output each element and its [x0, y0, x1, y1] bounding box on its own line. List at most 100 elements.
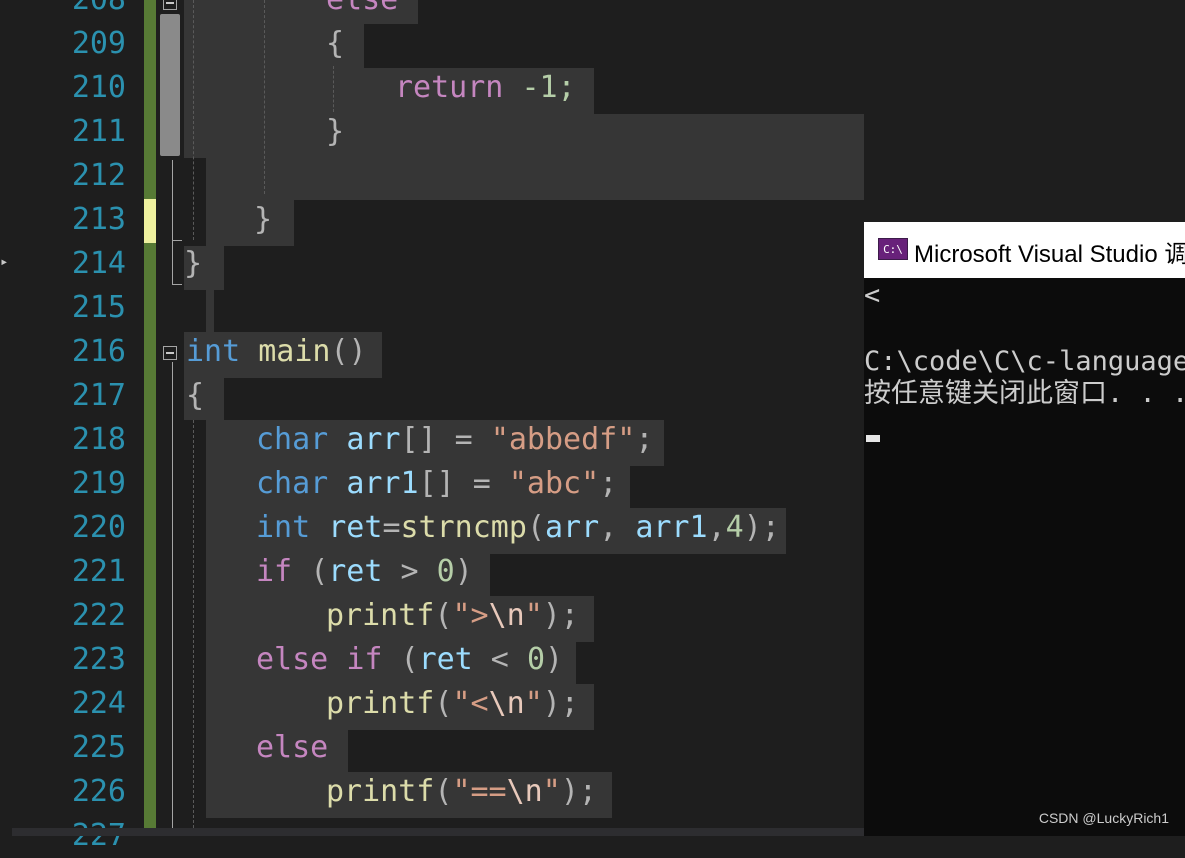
type-keyword: char [256, 466, 329, 501]
code-line-208[interactable]: else [326, 0, 398, 22]
brace: } [326, 114, 345, 149]
code-line-214[interactable]: } [184, 242, 202, 286]
argument: arr1 [635, 510, 708, 545]
code-line-219[interactable]: char arr1[] = "abc"; [256, 462, 617, 506]
string-literal: "> [452, 598, 489, 633]
code-line-211[interactable]: } [326, 110, 344, 154]
line-number: 216 [71, 334, 126, 369]
paren: ); [542, 598, 579, 633]
brace: { [326, 26, 345, 61]
paren: ); [743, 510, 780, 545]
code-line-222[interactable]: printf(">\n"); [326, 594, 579, 638]
variable: ret [328, 554, 383, 589]
comma: , [599, 510, 618, 545]
paren: ( [526, 510, 545, 545]
code-line-224[interactable]: printf("<\n"); [326, 682, 579, 726]
indent-guide [333, 66, 334, 112]
paren: ( [400, 642, 419, 677]
line-number: 212 [71, 158, 126, 193]
brace: } [254, 202, 273, 237]
string-literal: "< [452, 686, 489, 721]
paren: ); [542, 686, 579, 721]
outline-line [172, 240, 182, 241]
string-literal: "== [452, 774, 507, 809]
code-line-221[interactable]: if (ret > 0) [256, 550, 473, 594]
code-line-220[interactable]: int ret=strncmp(arr, arr1,4); [256, 506, 780, 550]
overview-scroll-thumb[interactable] [160, 14, 180, 156]
paren: ) [454, 554, 473, 589]
line-number: 227 [26, 814, 126, 858]
function-name: printf [326, 686, 435, 721]
semicolon: ; [635, 422, 654, 457]
console-title-bar[interactable]: C:\ Microsoft Visual Studio 调试控制台 [864, 222, 1185, 278]
keyword: else [326, 0, 398, 17]
brace: { [186, 378, 205, 413]
line-number: 213 [71, 202, 126, 237]
number-literal: 0 [526, 642, 545, 677]
variable: ret [418, 642, 473, 677]
line-number: 220 [71, 510, 126, 545]
code-line-217[interactable]: { [186, 374, 204, 418]
number-literal: 4 [725, 510, 744, 545]
code-line-216[interactable]: int main() [186, 330, 367, 374]
console-app-icon: C:\ [878, 238, 908, 260]
code-line-225[interactable]: else [256, 726, 328, 770]
indent-guide [193, 0, 194, 240]
line-number: 217 [71, 378, 126, 413]
string-literal: " [542, 774, 561, 809]
line-number: 218 [71, 422, 126, 457]
code-line-213[interactable]: } [254, 198, 272, 242]
selection-block [206, 290, 214, 332]
code-line-226[interactable]: printf("==\n"); [326, 770, 597, 814]
line-number: 209 [71, 26, 126, 61]
selection-block [206, 200, 294, 246]
keyword: if [346, 642, 383, 677]
console-output-line: < [864, 280, 881, 311]
paren: ( [310, 554, 329, 589]
outline-line [172, 284, 182, 285]
argument: arr [545, 510, 600, 545]
code-line-223[interactable]: else if (ret < 0) [256, 638, 563, 682]
paren: ) [545, 642, 564, 677]
paren: ( [434, 686, 453, 721]
line-number: 215 [71, 290, 126, 325]
console-output-line: C:\code\C\c-language [864, 346, 1185, 377]
horizontal-scrollbar[interactable] [12, 828, 864, 836]
comma: , [707, 510, 726, 545]
change-tracking-bar [144, 0, 156, 828]
collapse-block-icon[interactable] [163, 0, 177, 10]
code-line-210[interactable]: return -1; [395, 66, 576, 110]
collapse-arrow-icon[interactable]: ▸ [0, 254, 8, 270]
outline-line [172, 362, 173, 828]
code-line-218[interactable]: char arr[] = "abbedf"; [256, 418, 653, 462]
escape-sequence: \n [506, 774, 543, 809]
editor-left-margin: ▸ [0, 0, 12, 836]
operator: = [382, 510, 401, 545]
console-cursor [866, 435, 880, 442]
string-literal: " [524, 686, 543, 721]
escape-sequence: \n [488, 686, 525, 721]
line-number: 219 [71, 466, 126, 501]
variable: ret [328, 510, 383, 545]
parens: () [330, 334, 367, 369]
string-literal: "abc" [508, 466, 600, 501]
console-window-title: Microsoft Visual Studio 调试控制台 [914, 241, 1185, 268]
type-keyword: int [186, 334, 241, 369]
semicolon: ; [599, 466, 618, 501]
function-name: printf [326, 598, 435, 633]
debug-console-window[interactable]: C:\ Microsoft Visual Studio 调试控制台 < C:\c… [864, 222, 1185, 836]
code-line-209[interactable]: { [326, 22, 344, 66]
line-number: 210 [71, 70, 126, 105]
collapse-main-icon[interactable] [163, 346, 177, 360]
operator: [] = [400, 422, 473, 457]
watermark: CSDN @LuckyRich1 [1038, 810, 1169, 826]
line-number: 225 [71, 730, 126, 765]
keyword: else [256, 642, 329, 677]
escape-sequence: \n [488, 598, 525, 633]
line-number: 223 [71, 642, 126, 677]
indent-guide [264, 0, 265, 194]
function-name: strncmp [400, 510, 527, 545]
function-name: printf [326, 774, 435, 809]
brace: } [184, 246, 203, 281]
keyword: if [256, 554, 293, 589]
